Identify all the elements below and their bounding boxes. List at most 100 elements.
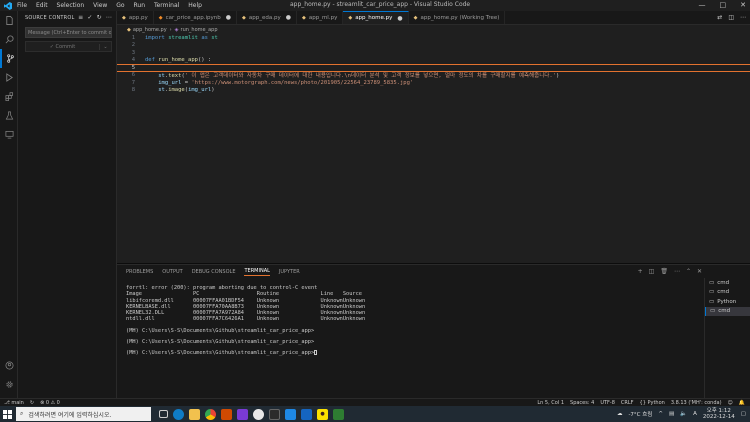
code-line[interactable]: 3 [117, 49, 750, 57]
open-changes-icon[interactable]: ⇄ [717, 14, 722, 21]
breadcrumb-symbol[interactable]: run_home_app [181, 27, 218, 33]
explorer-icon[interactable] [0, 11, 18, 30]
menu-file[interactable]: File [17, 2, 27, 9]
menu-edit[interactable]: Edit [36, 2, 48, 9]
chevron-down-icon[interactable]: ⌄ [99, 43, 111, 50]
tray-weather[interactable]: -7°C 흐림 [628, 410, 652, 418]
remote-explorer-icon[interactable] [0, 125, 18, 144]
tab-problems[interactable]: PROBLEMS [126, 269, 153, 275]
kakaotalk-icon[interactable]: ● [317, 408, 328, 420]
feedback-icon[interactable]: ☺ [728, 400, 733, 406]
weather-icon[interactable]: ☁ [617, 411, 623, 417]
status-encoding[interactable]: UTF-8 [600, 400, 615, 406]
search-icon[interactable] [0, 30, 18, 49]
network-icon[interactable]: ▤ [669, 411, 674, 417]
source-control-icon[interactable] [0, 49, 18, 68]
commit-check-icon[interactable]: ✓ [87, 14, 92, 21]
trash-icon[interactable]: 🗑 [660, 268, 668, 275]
status-indentation[interactable]: Spaces: 4 [570, 400, 594, 406]
code-line[interactable]: 1 import streamlit as st [117, 34, 750, 42]
close-panel-icon[interactable]: ✕ [697, 268, 702, 275]
code-line[interactable]: 2 [117, 42, 750, 50]
run-debug-icon[interactable] [0, 68, 18, 87]
commit-message-input[interactable]: Message (Ctrl+Enter to commit on ... [25, 27, 112, 38]
menu-help[interactable]: Help [188, 2, 202, 9]
commit-button[interactable]: ✓ Commit ⌄ [25, 41, 112, 52]
tab-app-home-py[interactable]: ◆ app_home.py ● [343, 11, 409, 24]
terminal-output[interactable]: forrtl: error (200): program aborting du… [126, 285, 696, 357]
editor-tabs: ◆ app.py ◆ car_price_app.ipynb ● ◆ app_eda.p… [117, 11, 750, 25]
chrome-browser-icon[interactable] [205, 408, 216, 420]
notification-center-icon[interactable]: ▢ [741, 411, 746, 417]
code-line[interactable]: 6 st.text(' 이 앱은 고객데이터와 자동차 구매 데이터에 대한 내… [117, 72, 750, 79]
modified-dot-icon[interactable]: ● [397, 15, 402, 22]
app-icon[interactable] [237, 408, 248, 420]
file-explorer-icon[interactable] [189, 408, 200, 420]
status-language[interactable]: {} Python [640, 400, 665, 406]
extensions-icon[interactable] [0, 87, 18, 106]
tab-jupyter[interactable]: JUPYTER [279, 269, 300, 275]
status-eol[interactable]: CRLF [621, 400, 634, 406]
app-icon[interactable] [333, 408, 344, 420]
tab-app-ml-py[interactable]: ◆ app_ml.py [297, 11, 344, 24]
breadcrumb-file[interactable]: app_home.py [133, 27, 167, 33]
new-terminal-icon[interactable]: + [638, 268, 643, 275]
minimize-icon[interactable]: — [699, 1, 706, 9]
terminal-app-icon[interactable] [269, 408, 280, 420]
testing-icon[interactable] [0, 106, 18, 125]
terminal-list-item[interactable]: ▭ Python [705, 297, 750, 307]
refresh-icon[interactable]: ↻ [97, 14, 102, 21]
tab-app-py[interactable]: ◆ app.py [117, 11, 154, 24]
status-interpreter[interactable]: 3.8.13 ('MH': conda) [671, 400, 722, 406]
tab-app-home-working-tree[interactable]: ◆ app_home.py (Working Tree) [409, 11, 506, 24]
tab-app-eda-py[interactable]: ◆ app_eda.py ● [237, 11, 297, 24]
split-terminal-icon[interactable]: ◫ [649, 268, 655, 275]
terminal-list-item[interactable]: ▭ cmd [705, 278, 750, 288]
notifications-bell-icon[interactable]: 🔔 [739, 400, 745, 406]
vscode-app-icon[interactable] [285, 408, 296, 420]
task-view-icon[interactable] [159, 410, 168, 418]
terminal-list-item-active[interactable]: ▭ cmd [705, 306, 750, 316]
menu-run[interactable]: Run [134, 2, 146, 9]
tab-terminal[interactable]: TERMINAL [244, 268, 270, 276]
close-icon[interactable]: ✕ [740, 1, 746, 9]
windows-start-icon[interactable] [0, 406, 14, 422]
tab-car-price-app-ipynb[interactable]: ◆ car_price_app.ipynb ● [154, 11, 238, 24]
status-branch[interactable]: ⎇ main [4, 400, 24, 406]
maximize-panel-icon[interactable]: ⌃ [686, 268, 691, 275]
menu-terminal[interactable]: Terminal [154, 2, 179, 9]
status-problems[interactable]: ⊗ 0 ⚠ 0 [40, 400, 60, 406]
code-line[interactable]: 8 st.image(img_url) [117, 87, 750, 95]
language-icon[interactable]: A [693, 411, 697, 417]
more-actions-icon[interactable]: ⋯ [106, 14, 112, 21]
vscode-logo-icon[interactable] [3, 1, 13, 10]
status-cursor-position[interactable]: Ln 5, Col 1 [537, 400, 564, 406]
app-icon[interactable] [253, 408, 264, 420]
taskbar-search-box[interactable]: ⌕ 검색하려면 여기에 입력하십시오. [16, 407, 151, 421]
settings-gear-icon[interactable] [0, 375, 18, 394]
menu-go[interactable]: Go [116, 2, 124, 9]
split-editor-icon[interactable]: ◫ [728, 14, 734, 21]
tray-clock[interactable]: 오후 1:12 2022-12-14 [703, 408, 735, 420]
app-icon[interactable] [221, 408, 232, 420]
vscode-app-icon[interactable] [301, 408, 312, 420]
more-actions-icon[interactable]: ⋯ [740, 14, 746, 21]
volume-icon[interactable]: 🔈 [680, 411, 687, 417]
maximize-icon[interactable]: □ [720, 1, 727, 9]
code-editor[interactable]: 1 import streamlit as st 2 3 4 def run_hom… [117, 34, 750, 263]
terminal-icon: ▭ [710, 308, 716, 315]
tray-chevron-up-icon[interactable]: ^ [658, 411, 663, 417]
accounts-icon[interactable] [0, 356, 18, 375]
edge-browser-icon[interactable] [173, 408, 184, 420]
menu-selection[interactable]: Selection [57, 2, 85, 9]
tab-debug-console[interactable]: DEBUG CONSOLE [192, 269, 236, 275]
status-sync-icon[interactable]: ↻ [30, 400, 34, 406]
terminal-list-item[interactable]: ▭ cmd [705, 288, 750, 298]
tab-output[interactable]: OUTPUT [162, 269, 182, 275]
tray-date: 2022-12-14 [702, 414, 735, 420]
view-as-list-icon[interactable]: ≡ [78, 14, 83, 21]
menu-view[interactable]: View [93, 2, 107, 9]
more-actions-icon[interactable]: ⋯ [674, 268, 680, 275]
code-line[interactable]: 4 def run_home_app() : [117, 57, 750, 65]
code-line[interactable]: 7 img_url = 'https://www.motorgraph.com/… [117, 79, 750, 87]
